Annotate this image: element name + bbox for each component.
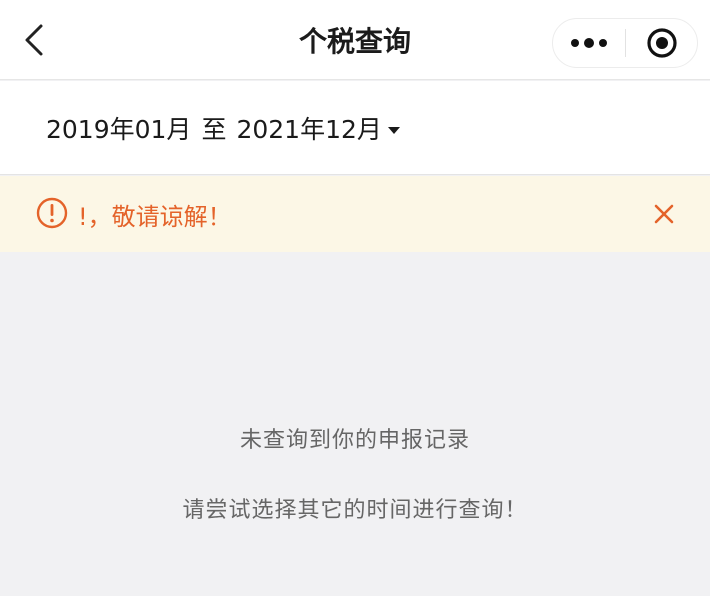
exclamation-circle-icon [36,197,68,229]
notice-banner: !，敬请谅解！ [0,176,710,252]
back-button[interactable] [14,20,54,60]
close-x-icon [654,204,674,224]
miniprogram-capsule [552,18,698,68]
caret-down-icon [387,126,400,134]
chevron-left-icon [25,24,43,56]
more-dots-icon [571,38,607,48]
date-separator: 至 [201,115,227,144]
notice-close-button[interactable] [644,194,684,234]
notice-text: !，敬请谅解！ [78,202,232,231]
empty-state-message: 未查询到你的申报记录 [239,428,470,453]
notice-icon-container [36,197,68,229]
date-filter-bar: 2019年01月 至 2021年12月 [0,81,710,175]
target-circle-icon [646,28,677,58]
date-range-selector[interactable]: 2019年01月 至 2021年12月 [46,81,400,175]
navigation-bar: 个税查询 [0,0,710,80]
more-button[interactable] [553,19,625,67]
start-date: 2019年01月 [46,115,192,144]
empty-state-hint: 请尝试选择其它的时间进行查询！ [182,498,528,523]
exit-miniprogram-button[interactable] [626,19,697,67]
end-date: 2021年12月 [236,115,382,144]
